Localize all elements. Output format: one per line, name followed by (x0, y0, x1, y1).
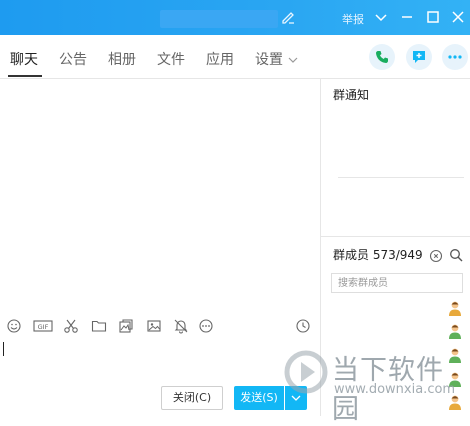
close-icon[interactable] (449, 8, 467, 26)
group-name-field[interactable] (160, 10, 278, 28)
member-count: 群成员 573/949 (333, 248, 423, 262)
add-chat-icon (413, 51, 425, 63)
group-notice-title: 群通知 (333, 88, 370, 102)
share-screen-button[interactable] (406, 44, 432, 70)
text-cursor (3, 342, 4, 356)
title-bar: 举报 (0, 0, 470, 35)
maximize-icon[interactable] (424, 8, 442, 26)
message-area[interactable] (0, 79, 320, 315)
close-button[interactable]: 关闭(C) (161, 386, 223, 410)
folder-icon[interactable] (91, 318, 107, 334)
search-icon[interactable] (449, 248, 463, 262)
scissors-icon[interactable] (63, 318, 79, 334)
active-tab-indicator (8, 75, 42, 77)
watermark: 当下软件园 www.downxia.com (270, 346, 470, 425)
tab-announcement[interactable]: 公告 (59, 49, 87, 69)
more-icon[interactable] (198, 318, 214, 334)
tab-album[interactable]: 相册 (108, 49, 136, 69)
member-search-input[interactable]: 搜索群成员 (331, 273, 463, 293)
composer-toolbar: GIF (0, 315, 320, 337)
voice-call-button[interactable] (369, 44, 395, 70)
more-button[interactable] (442, 44, 468, 70)
member-avatar-icon[interactable] (448, 323, 462, 339)
bell-off-icon[interactable] (173, 318, 189, 334)
phone-icon (376, 51, 388, 63)
sidebar-divider (321, 236, 470, 237)
tab-apps[interactable]: 应用 (206, 49, 234, 69)
screenshot-gallery-icon[interactable] (118, 318, 134, 334)
chevron-down-icon[interactable] (288, 56, 298, 64)
member-avatar-icon[interactable] (448, 300, 462, 316)
minimize-icon[interactable] (398, 8, 416, 26)
report-button[interactable]: 举报 (342, 11, 364, 27)
edit-icon[interactable] (280, 9, 296, 25)
watermark-url: www.downxia.com (334, 382, 456, 397)
gif-icon[interactable]: GIF (33, 318, 53, 334)
clock-icon[interactable] (295, 318, 311, 334)
member-settings-icon[interactable] (429, 249, 443, 263)
tab-bar: 聊天 公告 相册 文件 应用 设置 (0, 35, 470, 79)
tab-files[interactable]: 文件 (157, 49, 185, 69)
more-icon (448, 55, 462, 59)
svg-text:GIF: GIF (38, 323, 49, 331)
chevron-down-icon[interactable] (372, 8, 390, 26)
tab-settings[interactable]: 设置 (255, 49, 283, 69)
watermark-logo-icon (284, 350, 328, 394)
notice-divider (338, 177, 464, 178)
tab-chat[interactable]: 聊天 (10, 49, 38, 69)
emoji-icon[interactable] (6, 318, 22, 334)
image-icon[interactable] (146, 318, 162, 334)
